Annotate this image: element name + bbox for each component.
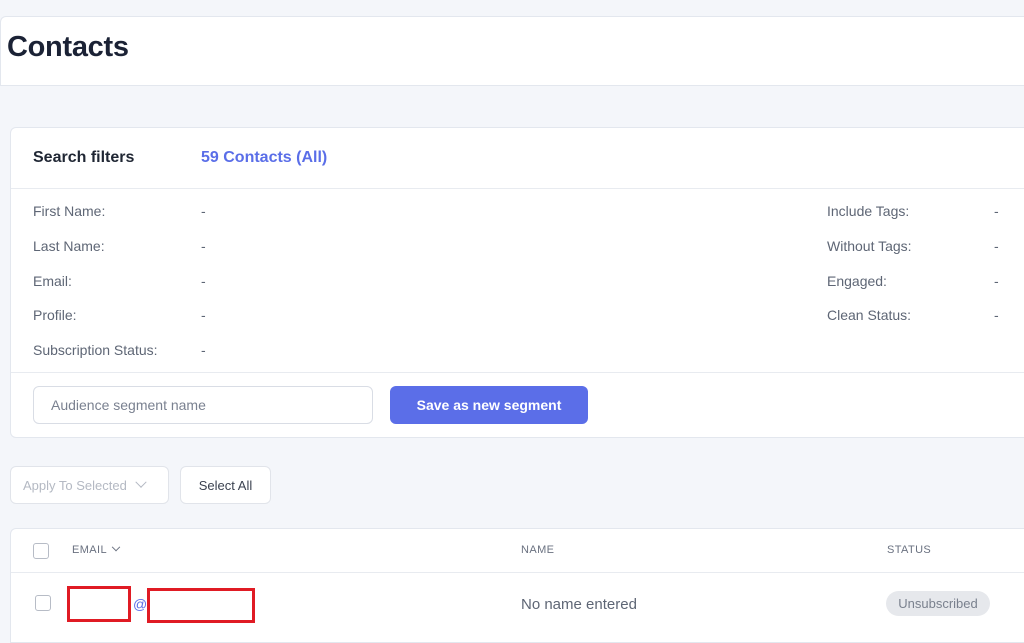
chevron-down-icon [111, 542, 121, 552]
save-segment-button[interactable]: Save as new segment [390, 386, 588, 424]
filter-label-engaged: Engaged: [827, 273, 887, 289]
table-row[interactable]: @ No name entered Unsubscribed [11, 573, 1024, 635]
filter-value-engaged: - [994, 273, 999, 289]
contacts-table: EMAIL NAME STATUS @ No name entered Unsu… [10, 528, 1024, 643]
filter-value-include-tags: - [994, 203, 999, 219]
filters-divider [11, 372, 1024, 373]
filter-label-email: Email: [33, 273, 72, 289]
page-title: Contacts [7, 31, 129, 63]
filter-value-last-name: - [201, 238, 206, 254]
filter-label-subscription-status: Subscription Status: [33, 342, 158, 358]
filter-label-clean-status: Clean Status: [827, 307, 912, 323]
filter-value-first-name: - [201, 203, 206, 219]
filter-label-profile: Profile: [33, 307, 77, 323]
row-checkbox[interactable] [35, 595, 51, 611]
column-name: NAME [521, 544, 555, 556]
filter-value-profile: - [201, 307, 206, 323]
contact-name: No name entered [521, 596, 637, 613]
table-header: EMAIL NAME STATUS [11, 529, 1024, 573]
select-all-button[interactable]: Select All [180, 466, 271, 504]
filter-value-email: - [201, 273, 206, 289]
chevron-down-icon [135, 476, 147, 488]
filters-header: Search filters 59 Contacts (All) [11, 128, 1024, 189]
page-header: Contacts [0, 16, 1024, 86]
column-email-label: EMAIL [72, 544, 108, 556]
contacts-page: Contacts Search filters 59 Contacts (All… [0, 0, 1024, 643]
email-at-sign: @ [133, 596, 148, 612]
apply-to-selected-dropdown[interactable]: Apply To Selected [10, 466, 169, 504]
filter-value-subscription-status: - [201, 342, 206, 358]
search-filters-card: Search filters 59 Contacts (All) First N… [10, 127, 1024, 438]
filter-value-without-tags: - [994, 238, 999, 254]
filter-value-clean-status: - [994, 307, 999, 323]
redacted-email-user [67, 586, 131, 622]
filter-label-without-tags: Without Tags: [827, 238, 912, 254]
filter-label-last-name: Last Name: [33, 238, 105, 254]
select-all-checkbox[interactable] [33, 543, 49, 559]
contacts-count[interactable]: 59 Contacts (All) [201, 149, 327, 167]
column-email[interactable]: EMAIL [72, 542, 121, 556]
filter-label-include-tags: Include Tags: [827, 203, 910, 219]
segment-name-input[interactable] [33, 386, 373, 424]
filter-label-first-name: First Name: [33, 203, 106, 219]
redacted-email-domain [147, 588, 255, 623]
apply-to-selected-label: Apply To Selected [23, 477, 127, 493]
column-status: STATUS [887, 544, 932, 556]
status-badge: Unsubscribed [886, 591, 990, 616]
filters-title: Search filters [33, 149, 135, 166]
